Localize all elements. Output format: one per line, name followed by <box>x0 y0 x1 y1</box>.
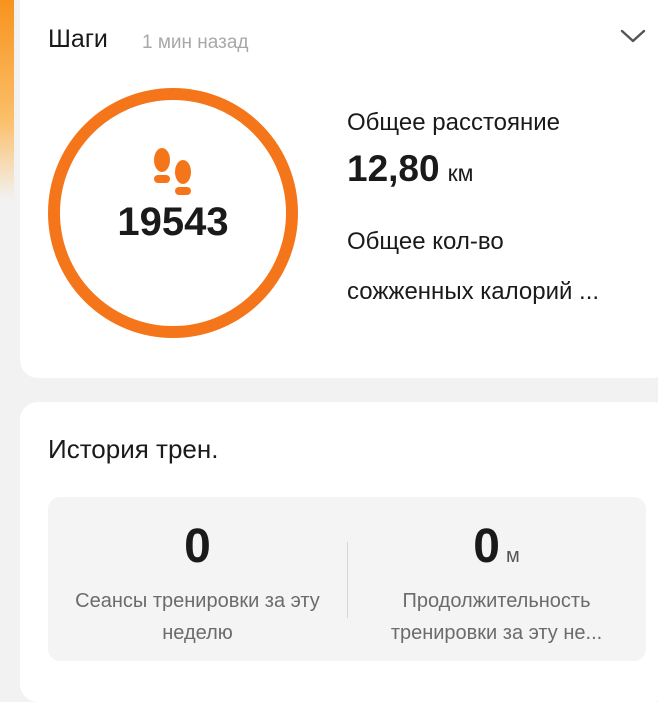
distance-number: 12,80 <box>347 148 440 189</box>
steps-updated-time: 1 мин назад <box>142 32 249 53</box>
sessions-metric: 0 Сеансы тренировки за эту неделю <box>48 497 347 661</box>
history-title: История трен. <box>48 434 219 464</box>
duration-value: 0м <box>473 520 520 573</box>
distance-unit: км <box>447 160 474 186</box>
sessions-description: Сеансы тренировки за эту неделю <box>75 590 320 644</box>
sessions-value: 0 <box>184 520 211 573</box>
duration-unit: м <box>505 545 520 567</box>
distance-value: 12,80 км <box>347 148 473 190</box>
calories-label: Общее кол-во <box>347 228 504 255</box>
calories-label-continued: сожженных калорий ... <box>347 278 600 305</box>
history-stats-panel: 0 Сеансы тренировки за эту неделю 0м Про… <box>48 497 646 661</box>
steps-progress-ring: 19543 <box>48 88 298 338</box>
duration-description: Продолжительность тренировки за эту не..… <box>390 590 603 644</box>
duration-metric: 0м Продолжительность тренировки за эту н… <box>347 497 646 661</box>
training-history-card[interactable]: История трен. 0 Сеансы тренировки за эту… <box>20 402 658 702</box>
steps-card[interactable]: Шаги 1 мин назад 19543 Общее расстояние … <box>20 0 658 378</box>
footsteps-icon <box>154 148 191 195</box>
steps-count: 19543 <box>117 200 229 244</box>
steps-title: Шаги <box>48 25 108 53</box>
distance-label: Общее расстояние <box>347 109 561 136</box>
chevron-down-icon[interactable] <box>620 28 646 44</box>
edge-accent-strip <box>0 0 14 200</box>
